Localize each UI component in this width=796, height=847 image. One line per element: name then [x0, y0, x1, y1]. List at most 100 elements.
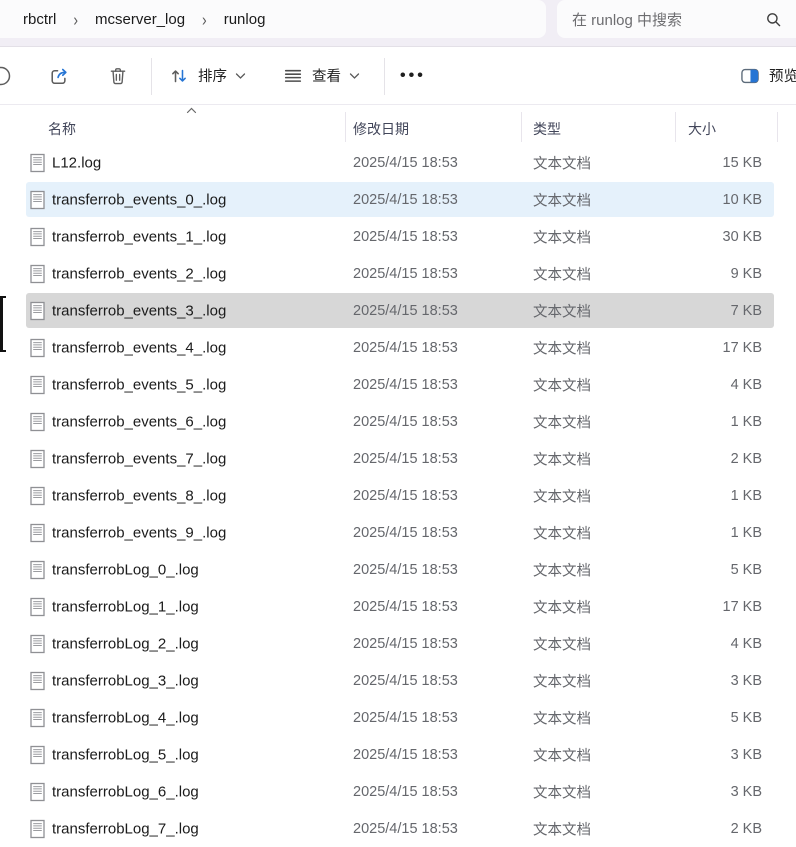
- file-date-modified: 2025/4/15 18:53: [353, 451, 458, 467]
- delete-button[interactable]: [101, 59, 135, 93]
- table-row[interactable]: transferrobLog_5_.log 2025/4/15 18:53 文本…: [0, 736, 796, 773]
- file-size: 30 KB: [723, 229, 763, 245]
- table-row[interactable]: transferrob_events_6_.log 2025/4/15 18:5…: [0, 403, 796, 440]
- table-row[interactable]: transferrob_events_0_.log 2025/4/15 18:5…: [0, 181, 796, 218]
- file-size: 17 KB: [723, 599, 763, 615]
- file-type: 文本文档: [533, 744, 591, 765]
- column-divider[interactable]: [345, 112, 346, 142]
- more-options-button[interactable]: •••: [394, 65, 432, 87]
- file-name: transferrobLog_3_.log: [52, 672, 199, 689]
- breadcrumb: rbctrl›mcserver_log›runlog: [16, 9, 272, 30]
- file-date-modified: 2025/4/15 18:53: [353, 562, 458, 578]
- table-row[interactable]: transferrob_events_7_.log 2025/4/15 18:5…: [0, 440, 796, 477]
- file-size: 3 KB: [731, 784, 762, 800]
- text-document-icon: [30, 819, 46, 839]
- file-size: 10 KB: [723, 192, 763, 208]
- file-name: transferrob_events_2_.log: [52, 265, 226, 282]
- column-divider[interactable]: [675, 112, 676, 142]
- file-size: 15 KB: [723, 155, 763, 171]
- search-icon[interactable]: [766, 12, 781, 27]
- text-document-icon: [30, 523, 46, 543]
- file-name: transferrobLog_1_.log: [52, 598, 199, 615]
- column-header-name[interactable]: 名称: [48, 119, 76, 139]
- file-date-modified: 2025/4/15 18:53: [353, 340, 458, 356]
- file-type: 文本文档: [533, 485, 591, 506]
- text-document-icon: [30, 301, 46, 321]
- table-row[interactable]: transferrobLog_7_.log 2025/4/15 18:53 文本…: [0, 810, 796, 847]
- file-size: 4 KB: [731, 636, 762, 652]
- preview-button[interactable]: 预览: [733, 59, 796, 93]
- file-type: 文本文档: [533, 263, 591, 284]
- text-document-icon: [30, 486, 46, 506]
- file-date-modified: 2025/4/15 18:53: [353, 710, 458, 726]
- file-name: transferrob_events_8_.log: [52, 487, 226, 504]
- file-list: L12.log 2025/4/15 18:53 文本文档 15 KB trans…: [0, 144, 796, 847]
- file-date-modified: 2025/4/15 18:53: [353, 377, 458, 393]
- file-type: 文本文档: [533, 448, 591, 469]
- text-document-icon: [30, 153, 46, 173]
- table-row[interactable]: transferrobLog_6_.log 2025/4/15 18:53 文本…: [0, 773, 796, 810]
- table-row[interactable]: L12.log 2025/4/15 18:53 文本文档 15 KB: [0, 144, 796, 181]
- file-type: 文本文档: [533, 337, 591, 358]
- breadcrumb-item[interactable]: rbctrl: [16, 9, 63, 30]
- address-bar[interactable]: rbctrl›mcserver_log›runlog: [0, 0, 546, 38]
- file-name: transferrob_events_7_.log: [52, 450, 226, 467]
- file-size: 17 KB: [723, 340, 763, 356]
- clipped-icon[interactable]: [0, 58, 19, 94]
- file-date-modified: 2025/4/15 18:53: [353, 747, 458, 763]
- search-box[interactable]: 在 runlog 中搜索: [557, 0, 796, 38]
- share-button[interactable]: [42, 58, 77, 93]
- table-row[interactable]: transferrob_events_2_.log 2025/4/15 18:5…: [0, 255, 796, 292]
- text-document-icon: [30, 708, 46, 728]
- file-type: 文本文档: [533, 707, 591, 728]
- file-type: 文本文档: [533, 670, 591, 691]
- file-type: 文本文档: [533, 559, 591, 580]
- column-divider[interactable]: [777, 112, 778, 142]
- table-row[interactable]: transferrobLog_4_.log 2025/4/15 18:53 文本…: [0, 699, 796, 736]
- table-row[interactable]: transferrob_events_4_.log 2025/4/15 18:5…: [0, 329, 796, 366]
- file-date-modified: 2025/4/15 18:53: [353, 636, 458, 652]
- chevron-down-icon: [235, 72, 246, 80]
- chevron-down-icon: [349, 72, 360, 80]
- table-row[interactable]: transferrobLog_3_.log 2025/4/15 18:53 文本…: [0, 662, 796, 699]
- file-name: transferrobLog_5_.log: [52, 746, 199, 763]
- text-document-icon: [30, 597, 46, 617]
- left-edge-marker: [0, 296, 6, 352]
- sort-ascending-caret: [186, 107, 197, 114]
- table-row[interactable]: transferrob_events_5_.log 2025/4/15 18:5…: [0, 366, 796, 403]
- preview-label: 预览: [769, 65, 796, 86]
- text-document-icon: [30, 338, 46, 358]
- file-size: 4 KB: [731, 377, 762, 393]
- column-header-size[interactable]: 大小: [688, 119, 716, 139]
- column-header-type[interactable]: 类型: [533, 119, 561, 139]
- table-row[interactable]: transferrob_events_1_.log 2025/4/15 18:5…: [0, 218, 796, 255]
- table-row[interactable]: transferrob_events_8_.log 2025/4/15 18:5…: [0, 477, 796, 514]
- file-type: 文本文档: [533, 300, 591, 321]
- breadcrumb-item[interactable]: runlog: [217, 9, 273, 30]
- sort-label: 排序: [198, 65, 227, 86]
- file-name: transferrob_events_4_.log: [52, 339, 226, 356]
- table-row[interactable]: transferrob_events_9_.log 2025/4/15 18:5…: [0, 514, 796, 551]
- column-header-date[interactable]: 修改日期: [353, 119, 409, 139]
- file-name: transferrob_events_3_.log: [52, 302, 226, 319]
- title-bar: rbctrl›mcserver_log›runlog 在 runlog 中搜索: [0, 0, 796, 46]
- table-row[interactable]: transferrobLog_2_.log 2025/4/15 18:53 文本…: [0, 625, 796, 662]
- file-size: 5 KB: [731, 710, 762, 726]
- text-document-icon: [30, 671, 46, 691]
- file-type: 文本文档: [533, 596, 591, 617]
- file-name: transferrobLog_4_.log: [52, 709, 199, 726]
- column-divider[interactable]: [521, 112, 522, 142]
- file-size: 5 KB: [731, 562, 762, 578]
- file-date-modified: 2025/4/15 18:53: [353, 784, 458, 800]
- file-date-modified: 2025/4/15 18:53: [353, 673, 458, 689]
- breadcrumb-item[interactable]: mcserver_log: [88, 9, 192, 30]
- table-row[interactable]: transferrobLog_0_.log 2025/4/15 18:53 文本…: [0, 551, 796, 588]
- text-document-icon: [30, 782, 46, 802]
- table-row[interactable]: transferrob_events_3_.log 2025/4/15 18:5…: [0, 292, 796, 329]
- table-row[interactable]: transferrobLog_1_.log 2025/4/15 18:53 文本…: [0, 588, 796, 625]
- sort-button[interactable]: 排序: [162, 59, 252, 93]
- view-button[interactable]: 查看: [276, 59, 366, 93]
- file-name: transferrobLog_0_.log: [52, 561, 199, 578]
- file-date-modified: 2025/4/15 18:53: [353, 414, 458, 430]
- file-type: 文本文档: [533, 411, 591, 432]
